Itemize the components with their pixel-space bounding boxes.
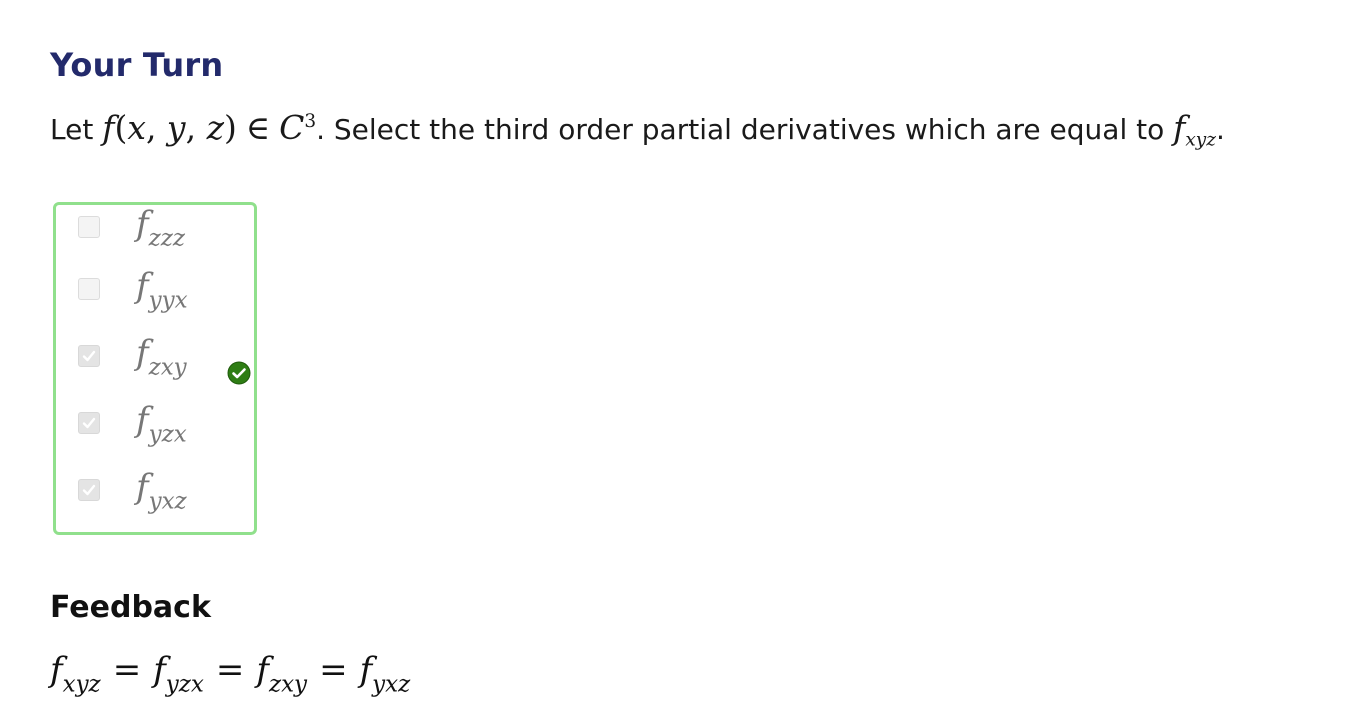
option-label: fyzx (136, 400, 187, 447)
prompt-var-x: x (127, 108, 146, 147)
prompt-target-f: f (1173, 108, 1186, 147)
option-sub: yzx (148, 421, 187, 448)
option-2[interactable]: fzxy (78, 333, 248, 385)
feedback-term-f: f (50, 650, 63, 690)
check-circle-icon (227, 361, 251, 385)
option-f: f (136, 266, 149, 306)
prompt-class-order: 3 (304, 111, 317, 132)
option-1[interactable]: fyyx (78, 266, 248, 318)
option-f: f (136, 400, 149, 440)
feedback-term-sub: xyz (62, 671, 101, 698)
prompt-element-of: ∈ (245, 108, 271, 147)
feedback-equation: fxyz = fyzx = fzxy = fyxz (50, 650, 410, 697)
prompt-func-close: ) (223, 108, 237, 147)
feedback-term-sub: zxy (268, 671, 308, 698)
option-f: f (136, 467, 149, 507)
answer-options-box: fzzz fyyx fzxy fyzx fyxz (53, 202, 257, 535)
option-0[interactable]: fzzz (78, 204, 248, 256)
prompt-middle: . Select the third order partial derivat… (316, 113, 1165, 146)
prompt-target-sub: xyz (1185, 129, 1216, 151)
check-icon (82, 350, 96, 362)
option-sub: yxz (148, 488, 187, 515)
prompt-func-open: ( (114, 108, 128, 147)
equals-sign: = (215, 650, 245, 690)
section-title: Your Turn (50, 46, 224, 84)
option-sub: zxy (148, 354, 187, 381)
question-prompt: Let f(x, y, z) ∈ C3. Select the third or… (50, 100, 1225, 162)
option-4[interactable]: fyxz (78, 467, 248, 519)
option-label: fzzz (136, 204, 185, 251)
equals-sign: = (112, 650, 142, 690)
feedback-title: Feedback (50, 590, 211, 625)
option-f: f (136, 204, 149, 244)
option-checkbox-checked[interactable] (78, 412, 100, 434)
feedback-term-f: f (153, 650, 166, 690)
option-checkbox-checked[interactable] (78, 345, 100, 367)
prompt-class: C (279, 108, 305, 147)
prompt-end: . (1215, 113, 1225, 146)
prompt-lead: Let (50, 113, 94, 146)
option-label: fyxz (136, 467, 187, 514)
option-checkbox[interactable] (78, 278, 100, 300)
feedback-term-f: f (256, 650, 269, 690)
prompt-var-y: y (166, 108, 186, 147)
option-label: fzxy (136, 333, 187, 380)
option-checkbox[interactable] (78, 216, 100, 238)
option-f: f (136, 333, 149, 373)
prompt-comma-1: , (145, 108, 167, 147)
prompt-func-f: f (102, 108, 115, 147)
prompt-comma-2: , (185, 108, 207, 147)
option-3[interactable]: fyzx (78, 400, 248, 452)
check-icon (82, 417, 96, 429)
feedback-term-sub: yxz (372, 671, 411, 698)
option-label: fyyx (136, 266, 188, 313)
option-sub: zzz (148, 225, 185, 252)
feedback-term-f: f (359, 650, 373, 690)
option-checkbox-checked[interactable] (78, 479, 100, 501)
equals-sign: = (319, 650, 348, 690)
check-icon (82, 484, 96, 496)
prompt-var-z: z (206, 108, 224, 147)
feedback-term-sub: yzx (165, 671, 204, 698)
option-sub: yyx (148, 287, 188, 314)
